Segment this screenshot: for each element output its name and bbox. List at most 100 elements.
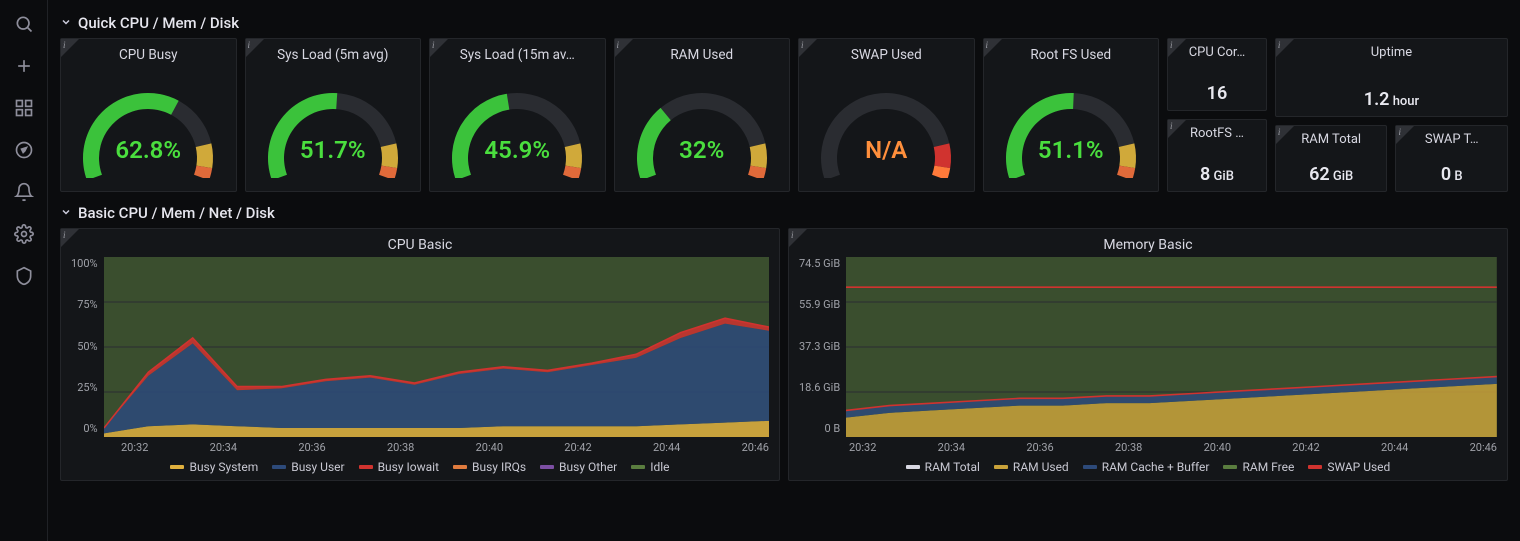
- section-toggle-quick[interactable]: Quick CPU / Mem / Disk: [60, 8, 1508, 38]
- sidebar: [0, 0, 48, 541]
- panel-info-icon[interactable]: [1276, 39, 1294, 57]
- gauge-value: 51.7%: [258, 136, 408, 164]
- stat-value: 0 B: [1400, 158, 1503, 185]
- section-title: Quick CPU / Mem / Disk: [78, 14, 239, 32]
- legend-item[interactable]: RAM Used: [994, 460, 1069, 474]
- legend-item[interactable]: RAM Cache + Buffer: [1083, 460, 1210, 474]
- x-axis: 20:3220:3420:3620:3820:4020:4220:4420:46: [799, 437, 1497, 454]
- y-tick: 74.5 GiB: [799, 257, 840, 270]
- panel-title: Sys Load (15m av…: [434, 45, 601, 69]
- x-tick: 20:42: [1292, 441, 1319, 454]
- x-tick: 20:32: [121, 441, 148, 454]
- stat-panel-rootfs-total[interactable]: RootFS … 8 GiB: [1167, 119, 1267, 192]
- legend-label: Busy Iowait: [378, 460, 439, 474]
- search-icon[interactable]: [12, 12, 36, 36]
- x-tick: 20:34: [938, 441, 965, 454]
- y-axis: 100%75%50%25%0%: [71, 257, 104, 437]
- x-tick: 20:46: [1470, 441, 1497, 454]
- legend-swatch: [170, 465, 184, 469]
- panel-info-icon[interactable]: [61, 229, 79, 247]
- panel-info-icon[interactable]: [1168, 120, 1186, 138]
- x-tick: 20:44: [653, 441, 680, 454]
- legend-item[interactable]: Idle: [631, 460, 669, 474]
- gauge-panel-swap-used[interactable]: SWAP Used N/A: [798, 38, 975, 192]
- panel-info-icon[interactable]: [789, 229, 807, 247]
- legend-label: SWAP Used: [1327, 460, 1390, 474]
- stat-panel-uptime[interactable]: Uptime 1.2 hour: [1275, 38, 1508, 117]
- panel-title: CPU Basic: [71, 235, 769, 257]
- legend-swatch: [906, 465, 920, 469]
- alerting-icon[interactable]: [12, 180, 36, 204]
- plus-icon[interactable]: [12, 54, 36, 78]
- legend-item[interactable]: Busy IRQs: [453, 460, 526, 474]
- plot-area: [104, 257, 769, 437]
- panel-info-icon[interactable]: [984, 39, 1002, 57]
- panel-info-icon[interactable]: [799, 39, 817, 57]
- chart-panel-memory-basic[interactable]: Memory Basic 74.5 GiB55.9 GiB37.3 GiB18.…: [788, 228, 1508, 481]
- panel-info-icon[interactable]: [61, 39, 79, 57]
- stat-value: 62 GiB: [1280, 158, 1383, 185]
- gauge: 45.9%: [434, 69, 601, 187]
- dashboards-icon[interactable]: [12, 96, 36, 120]
- plot-area: [846, 257, 1497, 437]
- legend-swatch: [359, 465, 373, 469]
- legend-swatch: [1223, 465, 1237, 469]
- gauge: 32%: [619, 69, 786, 187]
- panel-info-icon[interactable]: [1168, 39, 1186, 57]
- stat-panel-ram-total[interactable]: RAM Total 62 GiB: [1275, 125, 1388, 192]
- x-tick: 20:46: [742, 441, 769, 454]
- legend-item[interactable]: Busy Other: [540, 460, 617, 474]
- legend-swatch: [272, 465, 286, 469]
- panel-info-icon[interactable]: [1396, 126, 1414, 144]
- gauge: 51.1%: [988, 69, 1155, 187]
- panel-info-icon[interactable]: [1276, 126, 1294, 144]
- panel-info-icon[interactable]: [615, 39, 633, 57]
- y-tick: 100%: [71, 257, 98, 270]
- server-admin-icon[interactable]: [12, 264, 36, 288]
- gauge-panel-ram-used[interactable]: RAM Used 32%: [614, 38, 791, 192]
- panel-info-icon[interactable]: [246, 39, 264, 57]
- gauge: 62.8%: [65, 69, 232, 187]
- legend-label: Busy IRQs: [472, 460, 526, 474]
- panel-title: CPU Busy: [65, 45, 232, 69]
- y-tick: 0%: [83, 422, 97, 435]
- legend-item[interactable]: RAM Total: [906, 460, 980, 474]
- panel-title: Uptime: [1280, 43, 1503, 60]
- legend-label: Busy Other: [559, 460, 617, 474]
- legend-swatch: [994, 465, 1008, 469]
- x-tick: 20:40: [1204, 441, 1231, 454]
- explore-icon[interactable]: [12, 138, 36, 162]
- panel-title: RAM Used: [619, 45, 786, 69]
- gauge-panel-sys-load-5m[interactable]: Sys Load (5m avg) 51.7%: [245, 38, 422, 192]
- stat-column-2: Uptime 1.2 hour RAM Total 62 GiB SWAP T……: [1275, 38, 1508, 192]
- stat-value: 1.2 hour: [1280, 83, 1503, 110]
- chart-panel-cpu-basic[interactable]: CPU Basic 100%75%50%25%0% 20:3220:3420:3…: [60, 228, 780, 481]
- chevron-down-icon: [60, 14, 72, 32]
- panel-info-icon[interactable]: [430, 39, 448, 57]
- section-toggle-basic[interactable]: Basic CPU / Mem / Net / Disk: [60, 198, 1508, 228]
- legend-item[interactable]: Busy User: [272, 460, 344, 474]
- y-tick: 50%: [77, 340, 97, 353]
- stat-panel-cpu-cores[interactable]: CPU Cor… 16: [1167, 38, 1267, 111]
- main-content: Quick CPU / Mem / Disk CPU Busy 62.8% Sy…: [48, 0, 1520, 541]
- legend-item[interactable]: RAM Free: [1223, 460, 1294, 474]
- legend-item[interactable]: Busy System: [170, 460, 258, 474]
- x-tick: 20:44: [1381, 441, 1408, 454]
- legend-swatch: [631, 465, 645, 469]
- stat-panel-swap-total[interactable]: SWAP T… 0 B: [1395, 125, 1508, 192]
- gauge-value: 45.9%: [442, 136, 592, 164]
- gauge-panel-root-fs-used[interactable]: Root FS Used 51.1%: [983, 38, 1160, 192]
- legend-item[interactable]: SWAP Used: [1308, 460, 1390, 474]
- y-tick: 75%: [77, 298, 97, 311]
- legend-item[interactable]: Busy Iowait: [359, 460, 439, 474]
- gauge-panel-sys-load-15m[interactable]: Sys Load (15m av… 45.9%: [429, 38, 606, 192]
- gauge-panel-cpu-busy[interactable]: CPU Busy 62.8%: [60, 38, 237, 192]
- legend-label: RAM Total: [925, 460, 980, 474]
- y-tick: 0 B: [824, 422, 840, 435]
- configuration-icon[interactable]: [12, 222, 36, 246]
- x-tick: 20:36: [1026, 441, 1053, 454]
- gauge-value: 32%: [627, 136, 777, 164]
- panel-title: Root FS Used: [988, 45, 1155, 69]
- gauge: 51.7%: [250, 69, 417, 187]
- stat-value: 8 GiB: [1172, 158, 1262, 185]
